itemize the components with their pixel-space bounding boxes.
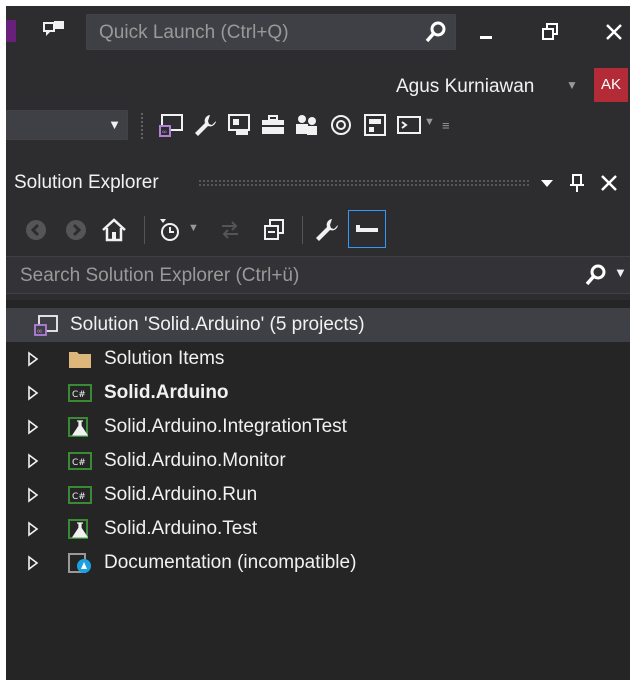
window-position-icon[interactable]: [536, 172, 558, 194]
tree-item-solid-arduino-integrationtest[interactable]: Solid.Arduino.IntegrationTest: [6, 410, 630, 444]
svg-text:C#: C#: [72, 390, 86, 400]
notifications-icon[interactable]: [328, 112, 354, 138]
solution-icon: ∞: [34, 315, 58, 336]
minimize-icon[interactable]: [468, 16, 504, 48]
vs-logo-icon: [6, 20, 16, 42]
forward-icon[interactable]: [62, 216, 90, 244]
tree-item-label: Solid.Arduino.Test: [104, 518, 258, 539]
title-bar: [6, 6, 630, 58]
tree-item-label: Solution Items: [104, 348, 225, 369]
user-name[interactable]: Agus Kurniawan: [396, 76, 534, 98]
tree-item-label: Solid.Arduino: [104, 382, 229, 403]
svg-text:C#: C#: [72, 492, 86, 502]
tree-item-label: Solid.Arduino.IntegrationTest: [104, 416, 347, 437]
test-project-icon: [68, 519, 89, 539]
solution-tree: ∞ Solution 'Solid.Arduino' (5 projects) …: [6, 300, 630, 680]
toolbar-separator: [302, 216, 303, 244]
preview-icon: [356, 225, 378, 232]
tree-item-label: Solid.Arduino.Monitor: [104, 450, 286, 471]
toolbar-grip[interactable]: [140, 112, 144, 140]
account-bar: Agus Kurniawan ▼ AK: [6, 66, 630, 106]
search-input[interactable]: [18, 257, 542, 295]
toolbox-icon[interactable]: [260, 112, 286, 138]
solution-explorer-header: Solution Explorer: [6, 166, 630, 200]
restore-icon[interactable]: [533, 16, 569, 48]
svg-text:∞: ∞: [36, 327, 43, 336]
solution-explorer-toolbar: ▼: [6, 208, 630, 252]
expand-arrow-icon[interactable]: [26, 487, 40, 503]
chevron-down-icon[interactable]: ▼: [424, 116, 435, 128]
tree-item-label: Documentation (incompatible): [104, 552, 357, 573]
expand-arrow-icon[interactable]: [26, 453, 40, 469]
csharp-project-icon: C#: [68, 452, 92, 470]
tree-item-solid-arduino-run[interactable]: C# Solid.Arduino.Run: [6, 478, 630, 512]
chevron-down-icon[interactable]: ▼: [566, 78, 578, 92]
tree-item-solid-arduino-monitor[interactable]: C# Solid.Arduino.Monitor: [6, 444, 630, 478]
sync-icon[interactable]: [216, 216, 244, 244]
tree-item-solid-arduino-test[interactable]: Solid.Arduino.Test: [6, 512, 630, 546]
panel-title: Solution Explorer: [14, 172, 159, 193]
chevron-down-icon[interactable]: ▼: [614, 265, 627, 280]
toolbar-separator: [144, 216, 145, 244]
search-icon[interactable]: [425, 21, 447, 43]
visual-studio-window: Agus Kurniawan ▼ AK ▼ ∞: [6, 6, 630, 680]
configuration-dropdown[interactable]: ▼: [6, 110, 128, 140]
incompatible-project-icon: [68, 553, 91, 573]
solution-node[interactable]: ∞ Solution 'Solid.Arduino' (5 projects): [6, 308, 630, 342]
chevron-down-icon[interactable]: ▼: [188, 222, 199, 234]
tree-item-solid-arduino[interactable]: C# Solid.Arduino: [6, 376, 630, 410]
tree-item-documentation[interactable]: Documentation (incompatible): [6, 546, 630, 580]
feedback-icon[interactable]: [42, 20, 66, 42]
tree-item-label: Solid.Arduino.Run: [104, 484, 258, 505]
properties-icon[interactable]: [362, 112, 388, 138]
svg-text:∞: ∞: [162, 128, 168, 136]
pending-changes-filter-icon[interactable]: [156, 216, 184, 244]
team-explorer-icon[interactable]: [294, 112, 320, 138]
wrench-icon[interactable]: [192, 112, 218, 138]
csharp-project-icon: C#: [68, 486, 92, 504]
toolbar-overflow-icon[interactable]: ≡: [442, 118, 450, 133]
chevron-down-icon: ▼: [108, 117, 121, 132]
quick-launch-input[interactable]: [97, 15, 421, 51]
wrench-icon[interactable]: [312, 216, 340, 244]
terminal-icon[interactable]: [396, 112, 422, 138]
standard-toolbar: ▼ ∞ ▼ ≡: [6, 108, 630, 148]
solution-label: Solution 'Solid.Arduino' (5 projects): [70, 314, 365, 335]
class-view-icon[interactable]: [226, 112, 252, 138]
close-icon[interactable]: [596, 16, 630, 48]
quick-launch-box[interactable]: [86, 14, 456, 51]
home-icon[interactable]: [100, 216, 128, 244]
folder-icon: [69, 352, 91, 368]
expand-arrow-icon[interactable]: [26, 555, 40, 571]
expand-arrow-icon[interactable]: [26, 521, 40, 537]
tree-item-solution-items[interactable]: Solution Items: [6, 342, 630, 376]
preview-selected-items-button[interactable]: [348, 210, 386, 248]
csharp-project-icon: C#: [68, 384, 92, 402]
search-icon[interactable]: [584, 263, 608, 287]
expand-arrow-icon[interactable]: [26, 385, 40, 401]
panel-drag-handle[interactable]: [198, 179, 530, 187]
expand-arrow-icon[interactable]: [26, 351, 40, 367]
avatar[interactable]: AK: [594, 68, 628, 102]
solution-explorer-icon[interactable]: ∞: [158, 112, 184, 138]
svg-text:C#: C#: [72, 458, 86, 468]
collapse-all-icon[interactable]: [260, 216, 288, 244]
pin-icon[interactable]: [566, 172, 588, 194]
back-icon[interactable]: [22, 216, 50, 244]
expand-arrow-icon[interactable]: [26, 419, 40, 435]
solution-explorer-search[interactable]: ▼: [6, 256, 630, 295]
close-icon[interactable]: [598, 172, 620, 194]
test-project-icon: [68, 417, 89, 437]
